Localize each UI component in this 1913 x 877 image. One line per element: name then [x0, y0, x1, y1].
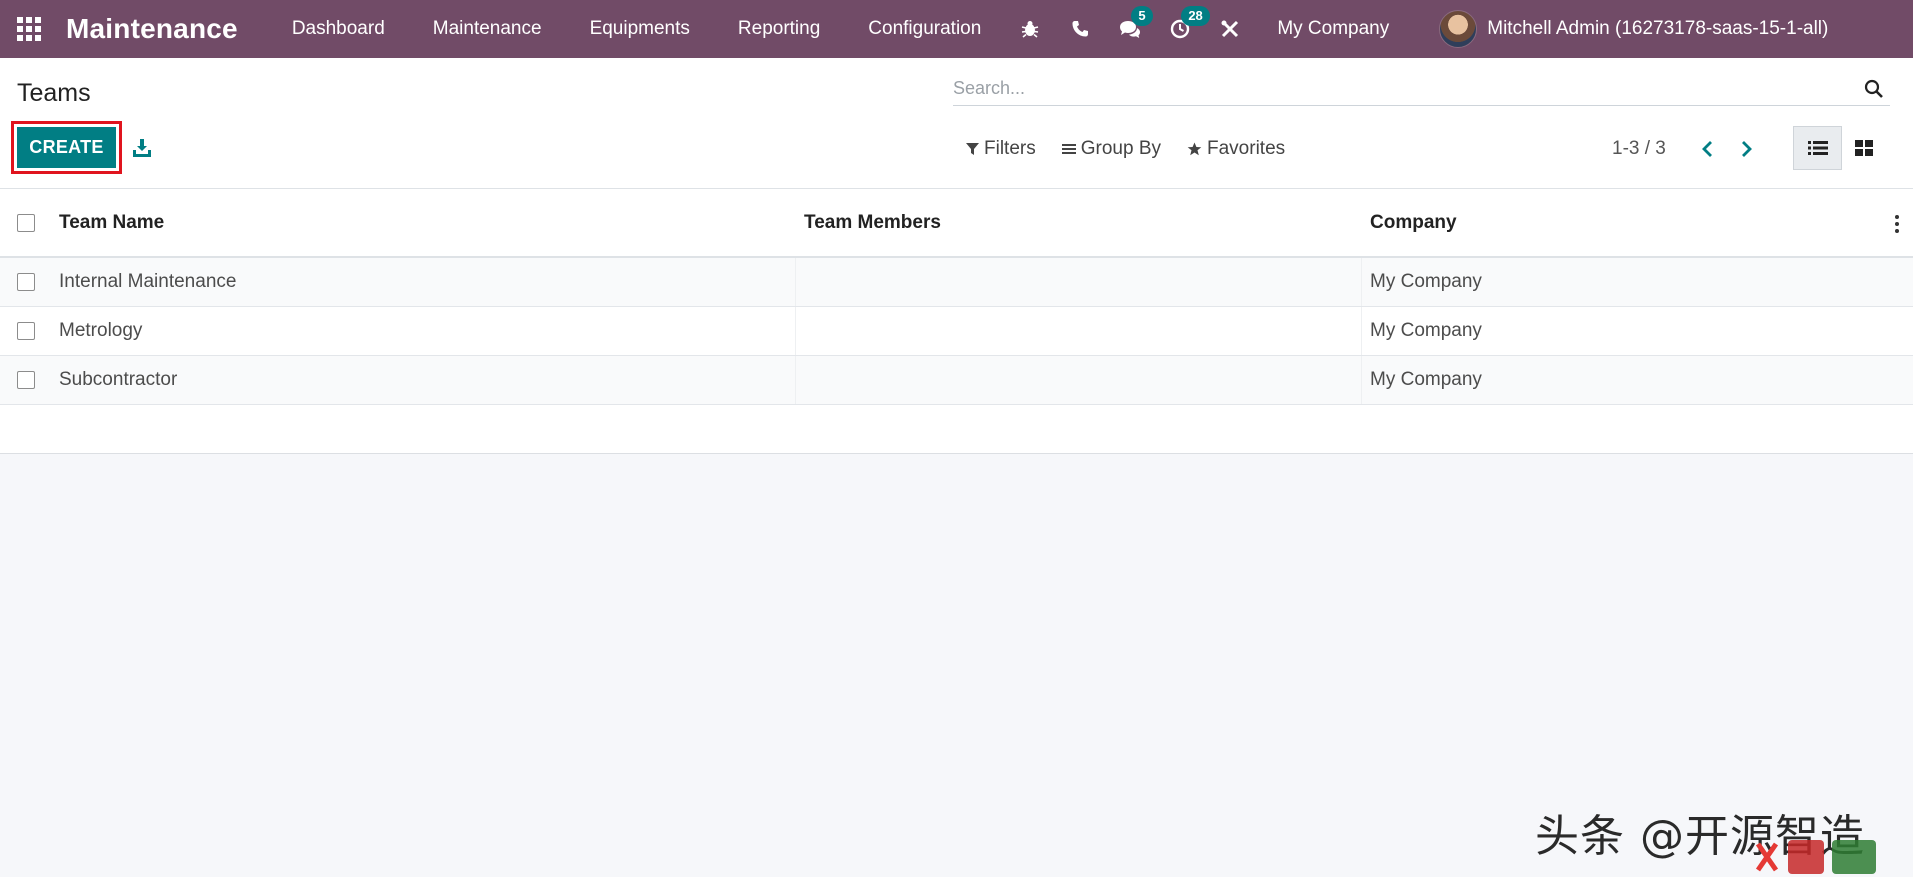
search-icon[interactable]	[1864, 79, 1884, 104]
avatar	[1439, 10, 1478, 48]
groupby-label: Group By	[1080, 138, 1161, 159]
groupby-toggle[interactable]: Group By	[1061, 138, 1161, 160]
header-team-members[interactable]: Team Members	[804, 212, 941, 234]
row-checkbox[interactable]	[17, 322, 35, 340]
row-checkbox[interactable]	[17, 371, 35, 389]
apps-grid-icon[interactable]	[0, 0, 58, 58]
column-divider	[795, 307, 796, 355]
user-menu[interactable]: Mitchell Admin (16273178-saas-15-1-all)	[1439, 10, 1828, 48]
header-team-name[interactable]: Team Name	[59, 212, 164, 234]
search-input[interactable]	[953, 77, 1853, 99]
menu-maintenance[interactable]: Maintenance	[409, 0, 566, 58]
watermark-logo-icon	[1755, 840, 1876, 874]
table-header: Team Name Team Members Company	[0, 189, 1913, 258]
table-footer-row	[0, 405, 1913, 454]
bars-icon	[1061, 144, 1076, 154]
star-icon	[1187, 142, 1202, 156]
header-company[interactable]: Company	[1370, 212, 1457, 234]
favorites-label: Favorites	[1207, 138, 1286, 159]
user-name: Mitchell Admin (16273178-saas-15-1-all)	[1487, 18, 1829, 39]
list-view-icon[interactable]	[1793, 126, 1842, 170]
column-divider	[795, 356, 796, 404]
row-checkbox[interactable]	[17, 273, 35, 291]
app-name[interactable]: Maintenance	[66, 13, 238, 45]
cell-team-name: Subcontractor	[59, 369, 178, 390]
search-bar	[953, 71, 1890, 106]
chat-icon[interactable]: 5	[1105, 0, 1155, 58]
column-divider	[1361, 258, 1362, 306]
top-navbar: Maintenance Dashboard Maintenance Equipm…	[0, 0, 1913, 58]
page-title: Teams	[17, 79, 91, 107]
select-all-checkbox[interactable]	[17, 213, 35, 232]
column-divider	[795, 258, 796, 306]
column-divider	[1361, 307, 1362, 355]
filters-toggle[interactable]: Filters	[966, 138, 1036, 160]
menu-dashboard[interactable]: Dashboard	[268, 0, 409, 58]
chevron-left-icon[interactable]	[1697, 136, 1717, 162]
cell-company: My Company	[1370, 320, 1482, 341]
cell-company: My Company	[1370, 271, 1482, 292]
company-switcher[interactable]: My Company	[1277, 18, 1389, 40]
table-row[interactable]: Subcontractor My Company	[0, 356, 1913, 405]
tools-icon[interactable]	[1205, 0, 1255, 58]
bug-icon[interactable]	[1005, 0, 1055, 58]
chevron-right-icon[interactable]	[1737, 136, 1757, 162]
menu-reporting[interactable]: Reporting	[714, 0, 844, 58]
filter-icon	[966, 143, 979, 155]
cell-team-name: Metrology	[59, 320, 143, 341]
optional-columns-icon[interactable]	[1895, 215, 1899, 236]
search-options: Filters Group By Favorites	[966, 138, 1311, 160]
kanban-view-icon[interactable]	[1842, 126, 1886, 170]
phone-icon[interactable]	[1055, 0, 1105, 58]
cell-team-name: Internal Maintenance	[59, 271, 237, 292]
clock-icon[interactable]: 28	[1155, 0, 1210, 58]
cell-company: My Company	[1370, 369, 1482, 390]
control-panel: Teams CREATE Filters	[0, 58, 1913, 189]
table-row[interactable]: Metrology My Company	[0, 307, 1913, 356]
table-row[interactable]: Internal Maintenance My Company	[0, 258, 1913, 307]
favorites-toggle[interactable]: Favorites	[1187, 138, 1285, 160]
filters-label: Filters	[984, 138, 1036, 159]
create-highlight-frame: CREATE	[11, 121, 122, 174]
column-divider	[1361, 356, 1362, 404]
pager-value[interactable]: 1-3 / 3	[1612, 138, 1666, 160]
create-button[interactable]: CREATE	[17, 127, 116, 168]
download-icon[interactable]	[131, 137, 153, 159]
menu-configuration[interactable]: Configuration	[844, 0, 1005, 58]
messages-count-badge: 5	[1131, 6, 1153, 26]
teams-table: Team Name Team Members Company Internal …	[0, 189, 1913, 454]
menu-equipments[interactable]: Equipments	[566, 0, 714, 58]
